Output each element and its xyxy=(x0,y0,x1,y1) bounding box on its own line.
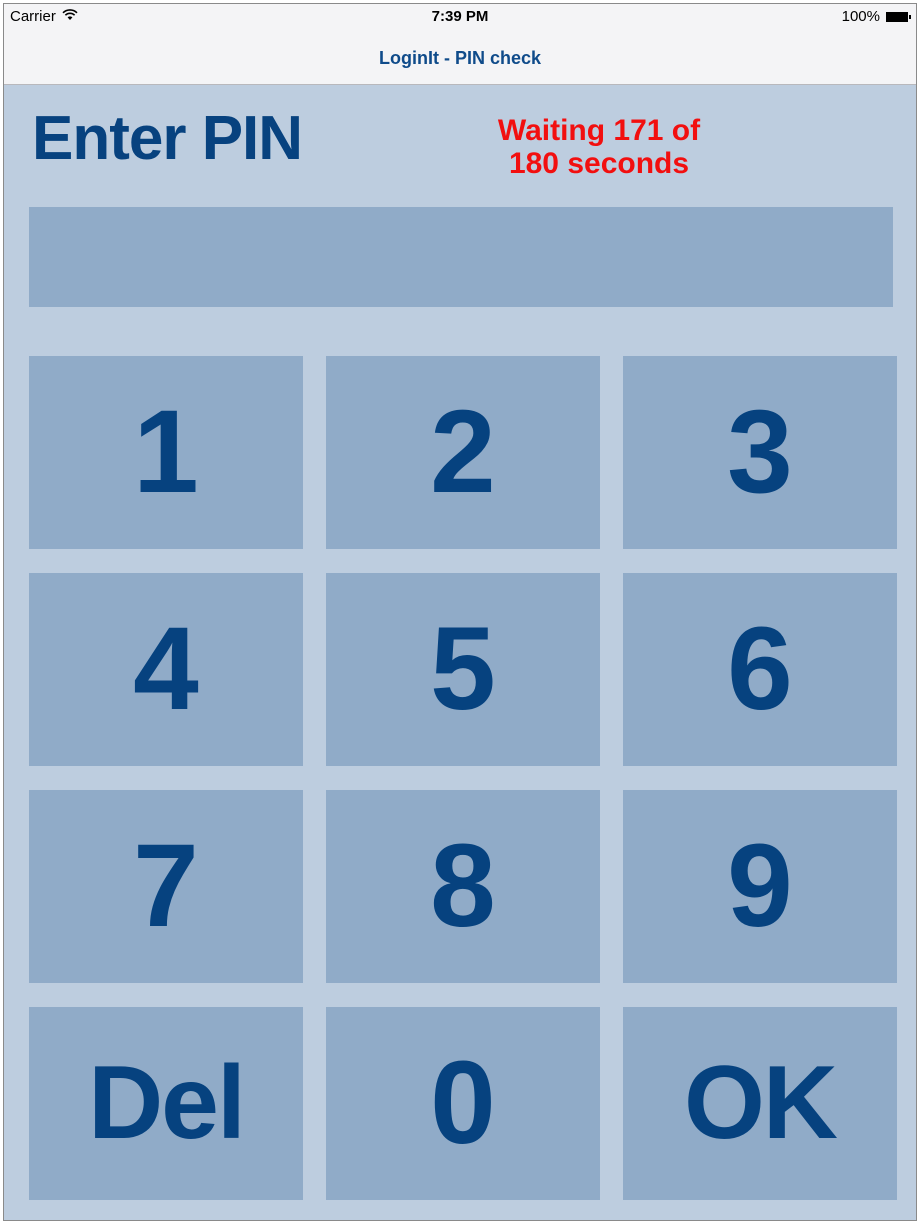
status-right: 100% xyxy=(841,8,911,25)
battery-icon xyxy=(886,11,911,22)
key-5-button[interactable]: 5 xyxy=(326,573,600,766)
pin-display-field xyxy=(29,207,893,307)
battery-percent: 100% xyxy=(841,8,880,25)
key-9-button[interactable]: 9 xyxy=(623,790,897,983)
navigation-bar: LoginIt - PIN check xyxy=(4,31,916,85)
waiting-line-2: 180 seconds xyxy=(508,147,690,180)
status-bar: Carrier 7:39 PM 100% xyxy=(4,4,916,31)
key-3-button[interactable]: 3 xyxy=(623,356,897,549)
ok-button[interactable]: OK xyxy=(623,1007,897,1200)
key-2-button[interactable]: 2 xyxy=(326,356,600,549)
key-8-button[interactable]: 8 xyxy=(326,790,600,983)
key-1-button[interactable]: 1 xyxy=(29,356,303,549)
waiting-countdown: Waiting 171 of 180 seconds xyxy=(434,114,764,180)
key-7-button[interactable]: 7 xyxy=(29,790,303,983)
nav-title: LoginIt - PIN check xyxy=(378,48,542,68)
delete-button[interactable]: Del xyxy=(29,1007,303,1200)
key-0-button[interactable]: 0 xyxy=(326,1007,600,1200)
waiting-line-1: Waiting 171 of xyxy=(497,114,701,147)
status-time: 7:39 PM xyxy=(431,8,489,25)
key-6-button[interactable]: 6 xyxy=(623,573,897,766)
page-title: Enter PIN xyxy=(32,104,303,173)
ipad-screen: Carrier 7:39 PM 100% LoginIt - PIN check… xyxy=(3,3,917,1221)
key-4-button[interactable]: 4 xyxy=(29,573,303,766)
